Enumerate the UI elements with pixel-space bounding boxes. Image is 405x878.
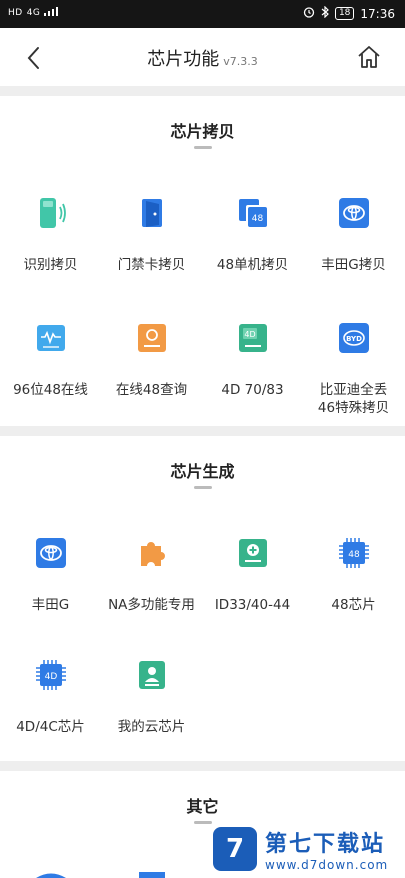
add-chip-icon [238, 539, 267, 567]
item-my-cloud-chip[interactable]: 我的云芯片 [101, 658, 202, 748]
item-label: 丰田G [31, 597, 70, 613]
item-48-chip[interactable]: 48 48芯片 [303, 536, 404, 626]
watermark-logo: 7 [213, 827, 257, 871]
watermark-url: www.d7down.com [265, 858, 389, 872]
status-left: HD 4G [8, 7, 59, 19]
item-identify-copy[interactable]: 识别拷贝 [0, 196, 101, 286]
item-label: 在线48查询 [115, 382, 188, 398]
watermark-title: 第七下载站 [265, 832, 386, 857]
item-label: 我的云芯片 [117, 719, 186, 735]
section-title: 其它 [186, 797, 219, 816]
svg-text:48: 48 [348, 550, 360, 560]
chip-4d-icon: 4D [35, 660, 66, 690]
version-label: v7.3.3 [223, 55, 258, 68]
home-icon [358, 46, 380, 68]
item-label: 识别拷贝 [23, 257, 78, 273]
item-label: 4D/4C芯片 [16, 719, 85, 735]
svg-text:4D: 4D [44, 672, 57, 682]
puzzle-icon [140, 542, 165, 566]
item-byd-all-lost[interactable]: BYD 比亚迪全丢 46特殊拷贝 [303, 321, 404, 421]
signal-icon [44, 7, 59, 19]
item-access-card-copy[interactable]: 门禁卡拷贝 [101, 196, 202, 286]
section-title: 芯片生成 [170, 462, 235, 481]
item-label: NA多功能专用 [108, 597, 195, 613]
nav-bar: 芯片功能 v7.3.3 [0, 28, 405, 86]
item-label: 96位48在线 [13, 382, 88, 398]
search-device-icon [137, 324, 166, 352]
user-card-icon [138, 661, 165, 689]
status-bar: HD 4G 18 17:36 [0, 0, 405, 28]
item-label: ID33/40-44 [214, 597, 291, 613]
toyota-logo-icon [35, 538, 66, 568]
waveform-device-icon [36, 325, 65, 351]
section-underline [193, 146, 212, 149]
door-icon [141, 199, 162, 227]
chip-4d-icon: 4D [238, 324, 267, 352]
chip-48-icon: 48 [238, 199, 267, 227]
item-48-standalone-copy[interactable]: 48 48单机拷贝 [202, 196, 303, 286]
phone-card-icon [39, 198, 66, 228]
home-button[interactable] [353, 41, 385, 73]
section-title: 芯片拷贝 [170, 122, 235, 141]
item-na-multifunction[interactable]: NA多功能专用 [101, 536, 202, 626]
byd-logo-icon: BYD [338, 323, 369, 353]
partial-icon [36, 873, 66, 878]
site-watermark: 7 第七下载站 www.d7down.com [205, 820, 405, 878]
item-label: 48芯片 [331, 597, 376, 613]
page-title: 芯片功能 [147, 49, 220, 70]
item-online-48-query[interactable]: 在线48查询 [101, 321, 202, 411]
section-chip-copy: 芯片拷贝 识别拷贝 门禁卡拷贝 48 48单机拷贝 丰田G拷贝 96位48在线 … [0, 96, 405, 426]
page-title-wrap: 芯片功能 v7.3.3 [0, 45, 405, 71]
item-4d-4c-chip[interactable]: 4D 4D/4C芯片 [0, 658, 101, 748]
item-toyota-g-copy[interactable]: 丰田G拷贝 [303, 196, 404, 286]
item-id33-40-44[interactable]: ID33/40-44 [202, 536, 303, 626]
svg-text:BYD: BYD [346, 335, 362, 343]
item-label: 丰田G拷贝 [321, 257, 386, 273]
network-indicator: 4G [26, 8, 41, 18]
item-toyota-g[interactable]: 丰田G [0, 536, 101, 626]
status-right: 18 17:36 [303, 5, 395, 21]
item-4d-70-83[interactable]: 4D 4D 70/83 [202, 321, 303, 411]
section-chip-generate: 芯片生成 丰田G NA多功能专用 ID33/40-44 48 48芯片 4D 4… [0, 436, 405, 761]
section-underline [193, 486, 212, 489]
item-label: 46特殊拷贝 [317, 400, 390, 416]
item-label: 门禁卡拷贝 [117, 257, 186, 273]
watermark-text: 第七下载站 www.d7down.com [265, 826, 388, 872]
chip-48-icon: 48 [338, 538, 369, 568]
status-time: 17:36 [360, 6, 395, 21]
item-label: 48单机拷贝 [216, 257, 289, 273]
alarm-icon [303, 6, 315, 21]
partial-icon [139, 872, 165, 878]
toyota-logo-icon [338, 198, 369, 228]
svg-text:4D: 4D [244, 330, 255, 339]
bluetooth-icon [321, 5, 329, 21]
item-96bit-48-online[interactable]: 96位48在线 [0, 321, 101, 411]
item-label: 比亚迪全丢 [319, 382, 388, 398]
battery-indicator: 18 [334, 7, 355, 20]
hd-indicator: HD [8, 8, 23, 18]
item-label: 4D 70/83 [221, 382, 284, 398]
svg-text:48: 48 [251, 214, 263, 224]
